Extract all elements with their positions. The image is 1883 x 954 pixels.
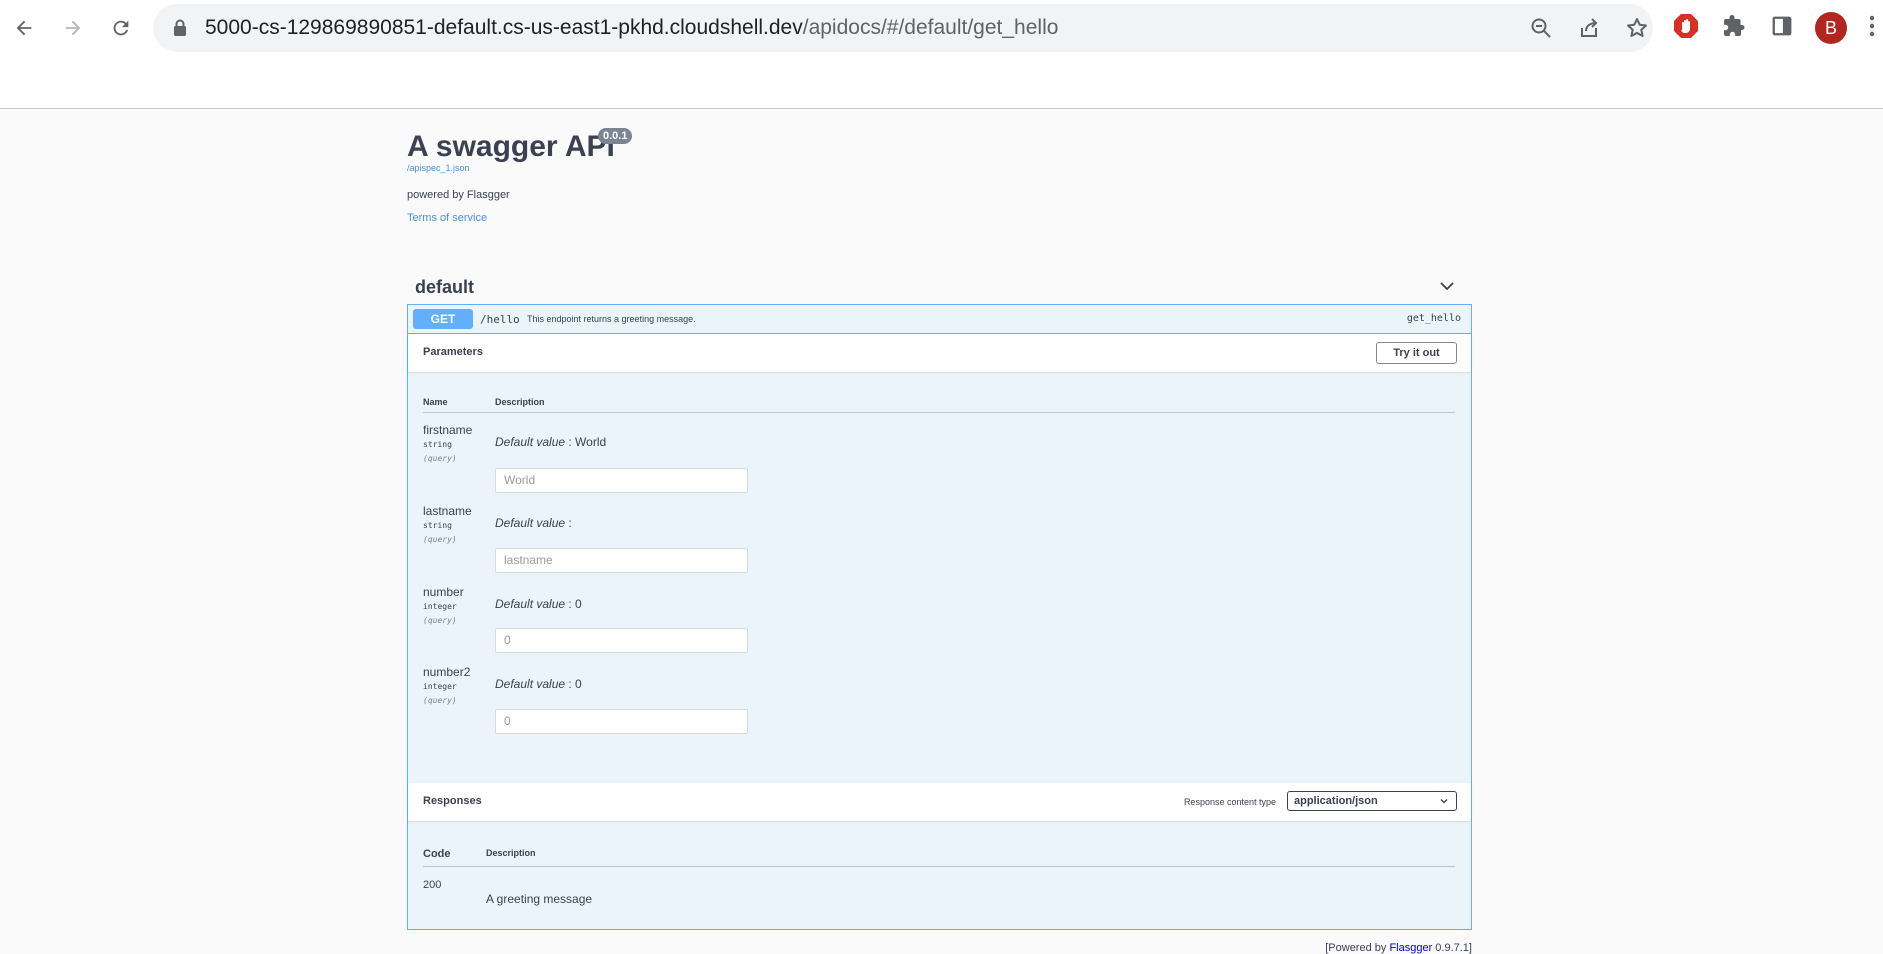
adblock-extension-icon[interactable] <box>1672 12 1700 40</box>
lastname-input[interactable]: lastname <box>495 548 748 573</box>
param-type: integer <box>423 682 457 691</box>
terms-of-service-link[interactable]: Terms of service <box>407 212 487 224</box>
default-label: Default value <box>495 597 566 611</box>
param-default: Default value : 0 <box>495 677 582 691</box>
default-value: : 0 <box>568 677 582 691</box>
default-value: : 0 <box>568 597 582 611</box>
bookmark-star-icon[interactable] <box>1625 16 1649 40</box>
responses-title: Responses <box>423 795 482 807</box>
operation-path: /hello <box>480 313 520 326</box>
method-badge: GET <box>413 309 473 329</box>
params-divider <box>423 412 1455 413</box>
tag-name: default <box>415 277 475 297</box>
col-header-name: Name <box>423 397 448 407</box>
number-input[interactable]: 0 <box>495 628 748 653</box>
firstname-input[interactable]: World <box>495 468 748 493</box>
footer-prefix: [Powered by <box>1325 942 1390 954</box>
response-content-type-label: Response content type <box>1183 797 1276 807</box>
menu-kebab-icon[interactable] <box>1866 12 1878 40</box>
reload-icon[interactable] <box>105 12 137 44</box>
response-code: 200 <box>423 879 442 891</box>
zoom-out-icon[interactable] <box>1529 16 1553 40</box>
operation-id: get_hello <box>1406 313 1461 324</box>
lock-icon[interactable] <box>173 19 187 37</box>
param-default: Default value : <box>495 516 572 530</box>
response-description: A greeting message <box>486 892 593 906</box>
back-icon[interactable] <box>8 12 40 44</box>
param-name: number2 <box>423 665 471 679</box>
responses-header: Responses Response content type applicat… <box>408 783 1471 821</box>
url-host: 5000-cs-129869890851-default.cs-us-east1… <box>205 16 803 39</box>
api-title: A swagger API <box>407 130 615 163</box>
tag-header-default[interactable]: default <box>407 263 1472 310</box>
browser-toolbar: 5000-cs-129869890851-default.cs-us-east1… <box>0 0 1883 109</box>
chevron-down-icon <box>1440 799 1448 804</box>
param-type: string <box>423 521 452 530</box>
responses-divider <box>423 866 1455 867</box>
param-name: number <box>423 585 464 599</box>
param-location: (query) <box>423 696 457 705</box>
param-name: firstname <box>423 423 473 437</box>
param-default: Default value : 0 <box>495 597 582 611</box>
operation-description: This endpoint returns a greeting message… <box>527 314 696 324</box>
param-type: integer <box>423 602 457 611</box>
param-location: (query) <box>423 454 457 463</box>
default-value: : World <box>568 435 607 449</box>
footer-suffix: 0.9.7.1] <box>1432 942 1472 954</box>
default-label: Default value <box>495 516 566 530</box>
version-badge: 0.0.1 <box>598 128 633 144</box>
default-value: : <box>568 516 572 530</box>
parameters-header: Parameters Try it out <box>408 334 1471 372</box>
param-default: Default value : World <box>495 435 606 449</box>
address-bar[interactable]: 5000-cs-129869890851-default.cs-us-east1… <box>153 4 1653 52</box>
operation-summary[interactable]: GET /hello This endpoint returns a greet… <box>408 305 1471 334</box>
default-label: Default value <box>495 435 566 449</box>
footer: [Powered by Flasgger 0.9.7.1] <box>1325 942 1472 954</box>
parameters-title: Parameters <box>423 346 483 358</box>
share-icon[interactable] <box>1577 16 1601 40</box>
try-it-out-button[interactable]: Try it out <box>1376 342 1457 364</box>
number2-input[interactable]: 0 <box>495 709 748 734</box>
col-header-description: Description <box>495 397 545 407</box>
param-name: lastname <box>423 504 472 518</box>
default-label: Default value <box>495 677 566 691</box>
side-panel-icon[interactable] <box>1768 12 1796 40</box>
operation-get-hello: GET /hello This endpoint returns a greet… <box>407 304 1472 930</box>
url-text[interactable]: 5000-cs-129869890851-default.cs-us-east1… <box>205 16 1058 40</box>
chevron-down-icon[interactable] <box>1440 279 1454 293</box>
param-type: string <box>423 440 452 449</box>
flasgger-link[interactable]: Flasgger <box>1389 942 1432 954</box>
url-path: /apidocs/#/default/get_hello <box>802 16 1059 39</box>
powered-by-text: powered by Flasgger <box>407 189 510 201</box>
extensions-puzzle-icon[interactable] <box>1720 12 1748 40</box>
forward-icon[interactable] <box>57 12 89 44</box>
selected-content-type: application/json <box>1294 795 1378 807</box>
param-location: (query) <box>423 616 457 625</box>
col-header-response-description: Description <box>486 848 536 858</box>
col-header-code: Code <box>423 848 451 860</box>
param-location: (query) <box>423 535 457 544</box>
spec-link[interactable]: /apispec_1.json <box>407 163 470 173</box>
response-content-type-select[interactable]: application/json <box>1287 791 1457 811</box>
profile-avatar[interactable]: B <box>1815 12 1847 44</box>
